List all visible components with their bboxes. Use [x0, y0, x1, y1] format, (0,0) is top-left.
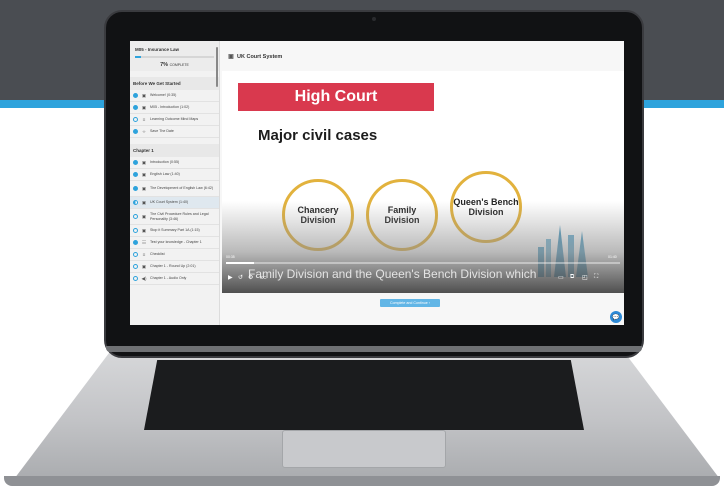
complete-check-icon [133, 160, 138, 165]
picture-in-picture-icon[interactable]: ◰ [582, 274, 588, 281]
laptop-hinge [106, 346, 642, 352]
video-icon: ▣ [141, 92, 147, 98]
laptop-base-edge [4, 476, 720, 486]
lecture-label: English Law (1:40) [150, 172, 180, 177]
complete-check-icon [133, 129, 138, 134]
webcam [372, 17, 376, 21]
course-title: M05 - Insurance Law [135, 47, 180, 52]
complete-check-icon [133, 186, 138, 191]
progress-label: COMPLETE [169, 63, 189, 67]
section-title: Before We Get Started [130, 77, 219, 90]
video-icon: ▣ [141, 227, 147, 233]
lecture-item[interactable]: ◀) Chapter 1 - Audio Only [130, 273, 219, 285]
sidebar-scrollbar[interactable] [216, 47, 218, 87]
settings-icon[interactable]: ⚙ [248, 274, 253, 281]
captions-panel-icon[interactable]: ▭ [558, 274, 564, 281]
course-progress-text: 7% COMPLETE [135, 62, 214, 68]
complete-check-icon [133, 117, 138, 122]
quiz-icon: ☷ [141, 239, 147, 245]
complete-check-icon [133, 172, 138, 177]
complete-check-icon [133, 200, 138, 205]
time-remaining: 01:40 [608, 255, 617, 259]
video-caption: Family Division and the Queen's Bench Di… [248, 267, 537, 281]
complete-check-icon [133, 240, 138, 245]
video-icon: ▣ [141, 199, 147, 205]
list-icon: ≡ [142, 117, 146, 122]
lecture-label: UK Court System (1:40) [150, 200, 189, 205]
lecture-item[interactable]: ‹› Save The Date [130, 126, 219, 138]
course-sidebar: M05 - Insurance Law 7% COMPLETE Before W… [130, 41, 220, 325]
lesson-title: UK Court System [237, 53, 283, 60]
chat-bubble-icon[interactable]: 💬 [610, 311, 622, 323]
lecture-label: Welcome! (0:35) [150, 93, 177, 98]
lecture-item[interactable]: ☷ Test your knowledge - Chapter 1 [130, 237, 219, 249]
section-title: Chapter 1 [130, 144, 219, 157]
slide-subheading: Major civil cases [258, 127, 378, 144]
lecture-item[interactable]: ≡ Checklist [130, 249, 219, 261]
complete-and-continue-button[interactable]: Complete and Continue › [380, 299, 440, 307]
slide-banner: High Court [238, 83, 434, 111]
lecture-item-current[interactable]: ▣ UK Court System (1:40) [130, 197, 219, 209]
video-icon: ▣ [228, 54, 234, 60]
progress-value: 7% [160, 62, 169, 68]
video-seek-fill [226, 262, 254, 264]
course-progress-fill [135, 56, 141, 58]
video-player[interactable]: High Court Major civil cases Chancery Di… [222, 71, 624, 293]
complete-check-icon [133, 228, 138, 233]
complete-check-icon [133, 276, 138, 281]
laptop-trackpad [282, 430, 446, 468]
video-icon: ▣ [141, 171, 147, 177]
course-progress-bar [135, 56, 214, 58]
lecture-item[interactable]: ▣ Chapter 1 - Round Up (2:01) [130, 261, 219, 273]
lecture-label: Save The Date [150, 129, 174, 134]
lecture-label: Stop it Summary Part 1A (1:15) [150, 228, 200, 233]
lecture-item[interactable]: ▣ M05 - Introduction (1:02) [130, 102, 219, 114]
list-icon: ≡ [142, 252, 146, 257]
lecture-item[interactable]: ▣ Introduction (0:55) [130, 157, 219, 169]
closed-captions-icon[interactable]: CC [260, 275, 267, 280]
lecture-item[interactable]: ▣ The Development of English Law (6:42) [130, 181, 219, 197]
video-icon: ▣ [141, 185, 147, 191]
airplay-icon[interactable]: ⧉ [570, 274, 574, 281]
lecture-item[interactable]: ▣ Welcome! (0:35) [130, 90, 219, 102]
lecture-item[interactable]: ▣ Stop it Summary Part 1A (1:15) [130, 225, 219, 237]
lesson-content: ▣ UK Court System High Court Major civil… [220, 41, 624, 325]
complete-check-icon [133, 105, 138, 110]
complete-check-icon [133, 214, 138, 219]
video-icon: ▣ [141, 263, 147, 269]
complete-check-icon [133, 264, 138, 269]
lecture-label: M05 - Introduction (1:02) [150, 105, 190, 110]
fullscreen-icon[interactable]: ⛶ [594, 274, 598, 281]
course-header: M05 - Insurance Law 7% COMPLETE [130, 41, 219, 71]
time-elapsed: 00:35 [226, 255, 235, 259]
complete-check-icon [133, 252, 138, 257]
lecture-label: Test your knowledge - Chapter 1 [150, 240, 202, 245]
lecture-item[interactable]: ≡ Learning Outcome Mind Maps [130, 114, 219, 126]
complete-check-icon [133, 93, 138, 98]
lecture-item[interactable]: ▣ The Civil Procedure Rules and Legal Pe… [130, 209, 219, 225]
lecture-label: Chapter 1 - Round Up (2:01) [150, 264, 196, 269]
video-icon: ▣ [141, 104, 147, 110]
lecture-label: The Development of English Law (6:42) [150, 186, 214, 191]
lecture-label: The Civil Procedure Rules and Legal Pers… [150, 212, 209, 221]
lecture-label: Learning Outcome Mind Maps [150, 117, 199, 122]
play-icon[interactable]: ▶ [228, 274, 233, 281]
lecture-label: Introduction (0:55) [150, 160, 180, 165]
rewind-icon[interactable]: ↺ [238, 274, 243, 281]
code-icon: ‹› [142, 129, 146, 134]
audio-icon: ◀) [141, 275, 147, 281]
lecture-label: Chapter 1 - Audio Only [150, 276, 187, 281]
video-icon: ▣ [141, 159, 147, 165]
video-icon: ▣ [141, 213, 147, 219]
lecture-item[interactable]: ▣ English Law (1:40) [130, 169, 219, 181]
lesson-title-row: ▣ UK Court System [228, 53, 283, 61]
video-seek-bar[interactable] [226, 262, 620, 264]
lecture-label: Checklist [150, 252, 165, 257]
laptop-screen: M05 - Insurance Law 7% COMPLETE Before W… [130, 41, 624, 325]
laptop-keyboard [144, 360, 584, 430]
